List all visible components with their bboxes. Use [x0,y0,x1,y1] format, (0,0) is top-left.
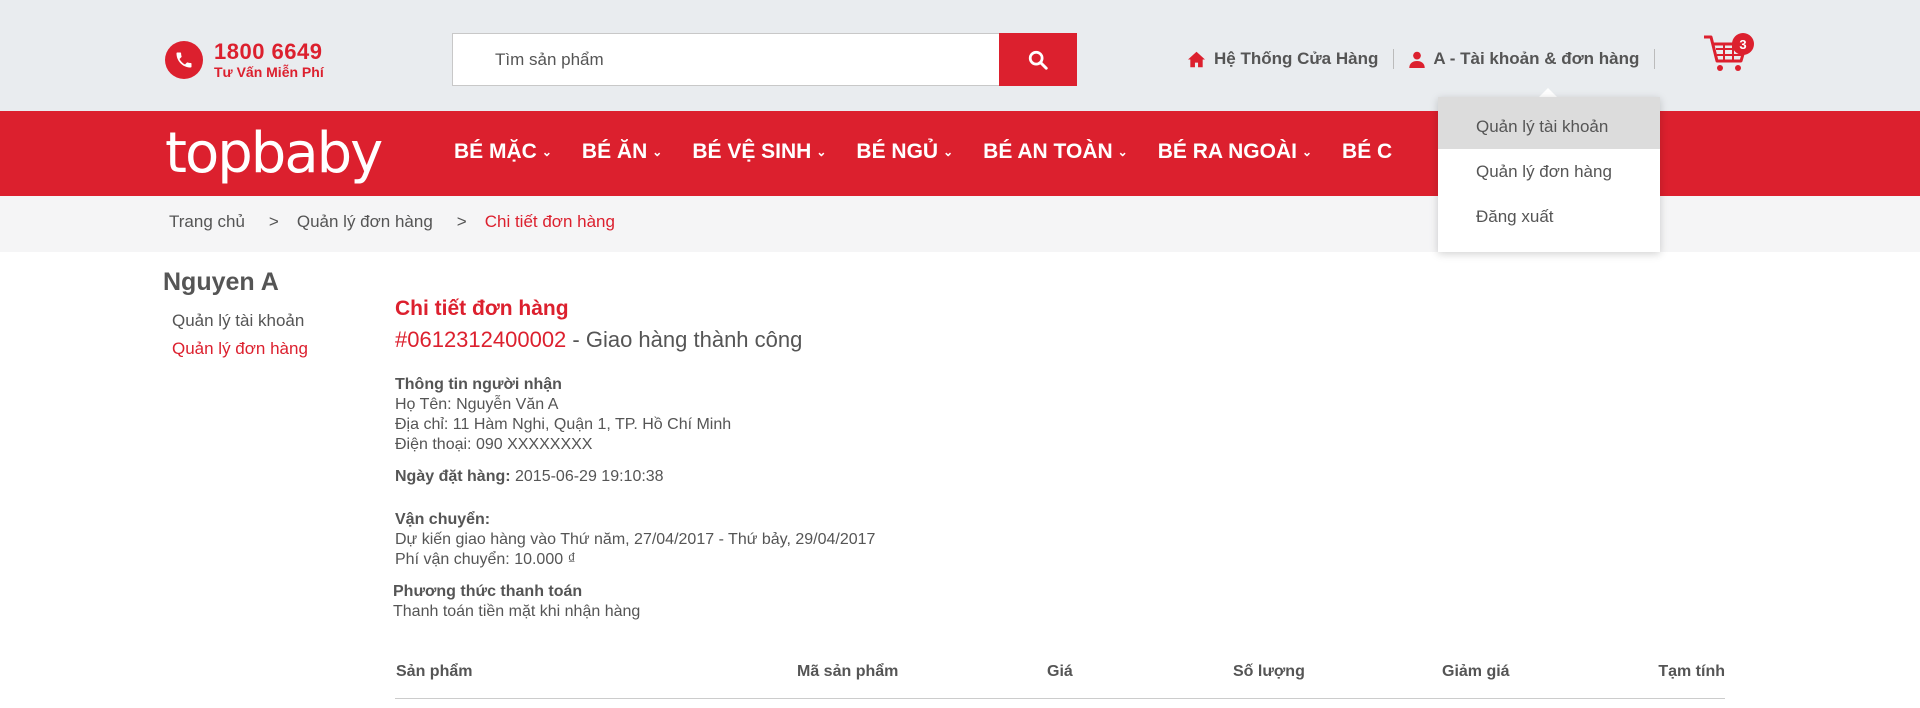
chevron-down-icon: ⌄ [541,145,552,159]
nav-item-be-ra-ngoai[interactable]: BÉ RA NGOÀI ⌄ [1158,140,1312,164]
account-dropdown: Quản lý tài khoản Quản lý đơn hàng Đăng … [1438,97,1660,252]
order-date-value: 2015-06-29 19:10:38 [510,468,664,485]
nav-item-be-ve-sinh[interactable]: BÉ VỆ SINH ⌄ [692,140,826,164]
dropdown-item-account[interactable]: Quản lý tài khoản [1438,97,1660,149]
recipient-address: Địa chỉ: 11 Hàm Nghi, Quận 1, TP. Hồ Chí… [395,416,732,433]
top-links: Hệ Thống Cửa Hàng A - Tài khoản & đơn hà… [1187,49,1670,69]
order-id: #0612312400002 [395,327,567,352]
order-status-line: #0612312400002 - Giao hàng thành công [395,327,1725,353]
order-detail: Chi tiết đơn hàng #0612312400002 - Giao … [393,297,1725,622]
breadcrumb: Trang chủ > Quản lý đơn hàng > Chi tiết … [169,212,615,232]
nav-item-label: BÉ MẶC [454,140,537,163]
shipping-info: Vận chuyển: Dự kiến giao hàng vào Thứ nă… [395,510,1725,570]
breadcrumb-home[interactable]: Trang chủ [169,212,245,232]
nav-item-be-ngu[interactable]: BÉ NGỦ ⌄ [856,140,953,164]
search-box [452,33,1000,86]
nav-item-label: BÉ RA NGOÀI [1157,140,1297,163]
column-header-sku: Mã sản phẩm [797,663,899,680]
account-label: A - Tài khoản & đơn hàng [1433,49,1640,68]
payment-heading: Phương thức thanh toán [393,583,583,600]
column-header-product: Sản phẩm [396,663,473,680]
nav-item-be-c[interactable]: BÉ C [1342,140,1392,164]
account-sidebar: Nguyen A Quản lý tài khoản Quản lý đơn h… [163,268,308,359]
nav-item-label: BÉ ĂN [581,140,648,163]
cart-count-badge: 3 [1732,33,1754,55]
dropdown-item-orders[interactable]: Quản lý đơn hàng [1438,149,1660,194]
dropdown-item-logout[interactable]: Đăng xuất [1438,194,1660,239]
payment-method: Thanh toán tiền mặt khi nhận hàng [393,603,641,620]
sidebar-item-orders[interactable]: Quản lý đơn hàng [172,339,308,359]
hotline[interactable]: 1800 6649 Tư Vấn Miễn Phí [165,40,324,80]
page-title: Chi tiết đơn hàng [395,297,569,320]
order-date: Ngày đặt hàng: 2015-06-29 19:10:38 [395,467,1725,487]
hotline-number: 1800 6649 [214,39,323,64]
nav-item-be-mac[interactable]: BÉ MẶC ⌄ [454,140,552,164]
search-input[interactable] [453,34,1000,85]
chevron-down-icon: ⌄ [1117,145,1128,159]
top-bar: 1800 6649 Tư Vấn Miễn Phí Hệ Thống Cửa H… [0,0,1920,111]
nav-item-label: BÉ AN TOÀN [983,140,1113,163]
hotline-subtitle: Tư Vấn Miễn Phí [214,64,324,80]
breadcrumb-separator: > [456,212,467,231]
recipient-info: Thông tin người nhận Họ Tên: Nguyễn Văn … [395,375,1725,455]
column-header-discount: Giảm giá [1442,663,1510,680]
order-date-label: Ngày đặt hàng: [395,468,511,485]
phone-icon [165,41,203,79]
nav-item-be-an-toan[interactable]: BÉ AN TOÀN ⌄ [983,140,1128,164]
shipping-fee: Phí vận chuyển: 10.000 ₫ [395,551,576,568]
home-icon [1188,51,1205,67]
recipient-name: Họ Tên: Nguyễn Văn A [395,396,559,413]
dropdown-arrow [1539,88,1557,97]
chevron-down-icon: ⌄ [816,145,827,159]
sidebar-item-account[interactable]: Quản lý tài khoản [172,311,308,331]
account-link[interactable]: A - Tài khoản & đơn hàng [1409,49,1639,69]
cart-button[interactable]: 3 [1702,33,1754,75]
breadcrumb-current: Chi tiết đơn hàng [484,212,615,231]
divider [1393,49,1395,69]
user-icon [1409,51,1426,68]
category-menu: BÉ MẶC ⌄ BÉ ĂN ⌄ BÉ VỆ SINH ⌄ BÉ NGỦ ⌄ BÉ AN… [454,140,1422,164]
nav-item-label: BÉ C [1342,140,1393,163]
column-header-price: Giá [1047,663,1073,680]
user-name: Nguyen A [163,268,279,296]
chevron-down-icon: ⌄ [1301,145,1313,159]
topbaby-logo[interactable]: topbaby [165,123,383,185]
nav-item-be-an[interactable]: BÉ ĂN ⌄ [582,140,662,164]
recipient-heading: Thông tin người nhận [395,376,562,393]
search-icon [1028,50,1048,70]
nav-item-label: BÉ NGỦ [856,140,939,163]
chevron-down-icon: ⌄ [943,145,954,159]
breadcrumb-separator: > [268,212,279,231]
divider [1654,49,1656,69]
order-status: - Giao hàng thành công [566,327,803,352]
shipping-estimate: Dự kiến giao hàng vào Thứ năm, 27/04/201… [395,531,876,548]
payment-info: Phương thức thanh toán Thanh toán tiền m… [393,582,1725,622]
recipient-phone: Điện thoại: 090 XXXXXXXX [395,436,593,453]
column-header-quantity: Số lượng [1233,663,1305,680]
shipping-heading: Vận chuyển: [395,511,491,528]
search-button[interactable] [999,33,1077,86]
breadcrumb-orders[interactable]: Quản lý đơn hàng [297,212,433,232]
store-system-label: Hệ Thống Cửa Hàng [1214,49,1379,68]
nav-item-label: BÉ VỆ SINH [692,140,812,163]
order-items-table-header: Sản phẩm Mã sản phẩm Giá Số lượng Giảm g… [395,663,1725,699]
store-system-link[interactable]: Hệ Thống Cửa Hàng [1187,49,1378,69]
chevron-down-icon: ⌄ [652,145,663,159]
column-header-subtotal: Tạm tính [1658,663,1725,680]
